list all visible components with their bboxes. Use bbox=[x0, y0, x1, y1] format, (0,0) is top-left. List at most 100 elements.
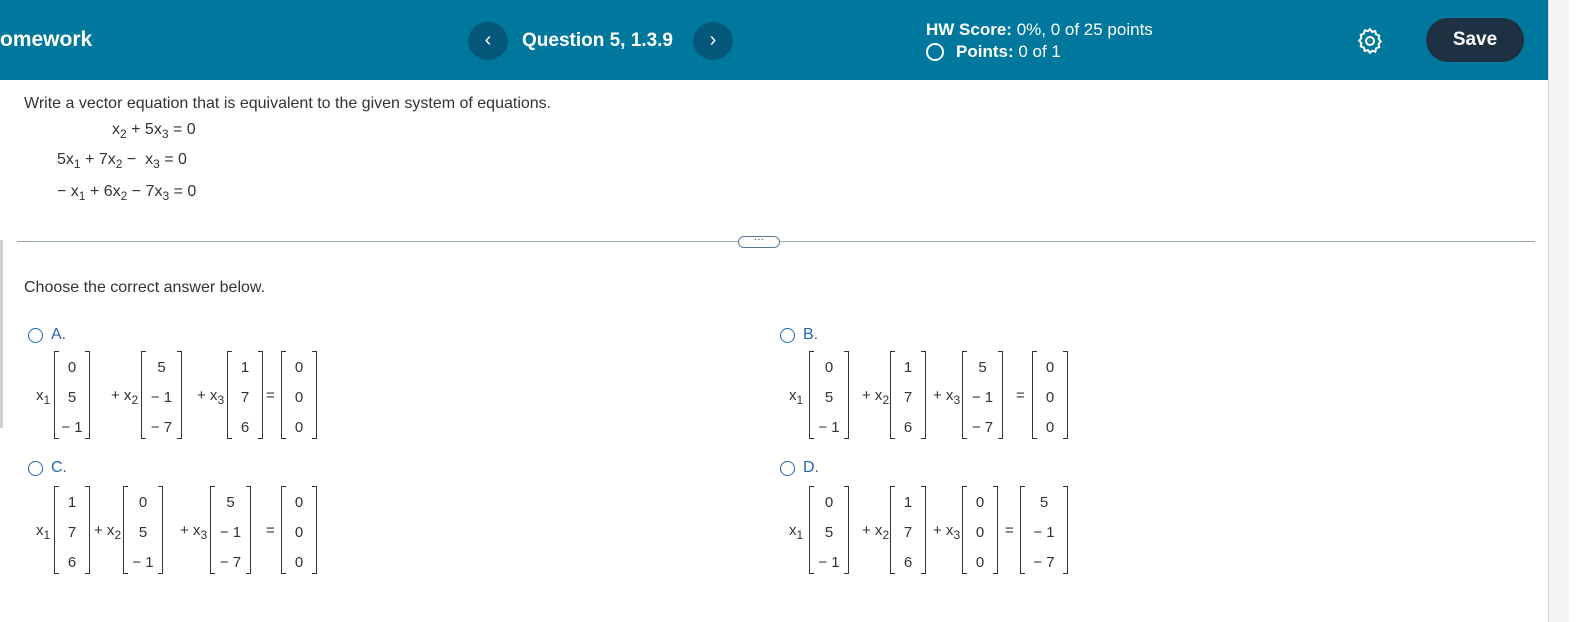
column-vector: 0 5 − 1 bbox=[809, 486, 849, 574]
vector-entry: 0 bbox=[975, 554, 985, 571]
vector-entry: 0 bbox=[1045, 359, 1055, 376]
vector-entry: 7 bbox=[903, 389, 913, 406]
coefficient: x1 bbox=[789, 387, 804, 407]
next-question-button[interactable]: › bbox=[693, 22, 733, 60]
coefficient: + x3 bbox=[180, 522, 208, 542]
scrollbar[interactable] bbox=[1548, 0, 1569, 622]
coefficient: x1 bbox=[789, 522, 804, 542]
vector-entry: − 1 bbox=[818, 554, 840, 571]
hw-score-label: HW Score: bbox=[926, 20, 1012, 39]
vector-entry: 5 bbox=[226, 494, 235, 511]
vector-entry: 7 bbox=[67, 524, 77, 541]
vector-entry: 1 bbox=[67, 494, 77, 511]
coefficient: + x3 bbox=[197, 387, 225, 407]
vector-entry: 0 bbox=[1045, 419, 1055, 436]
coefficient: + x2 bbox=[94, 522, 122, 542]
vector-entry: 6 bbox=[240, 419, 250, 436]
vector-entry: 0 bbox=[294, 419, 304, 436]
hw-score-value: 0%, 0 of 25 points bbox=[1016, 20, 1153, 39]
hw-score: HW Score: 0%, 0 of 25 points bbox=[926, 20, 1153, 40]
vector-entry: 0 bbox=[294, 494, 304, 511]
vector-entry: 5 bbox=[1039, 494, 1049, 511]
vector-entry: 1 bbox=[240, 359, 250, 376]
equals-sign: = bbox=[266, 522, 275, 539]
column-vector: 1 7 6 bbox=[890, 351, 926, 439]
vector-entry: 5 bbox=[824, 389, 834, 406]
equals-sign: = bbox=[1005, 522, 1014, 539]
vector-entry: − 1 bbox=[971, 389, 994, 406]
vector-entry: 5 bbox=[978, 359, 987, 376]
radio-icon bbox=[780, 460, 795, 476]
equals-sign: = bbox=[1016, 387, 1025, 404]
vector-entry: − 7 bbox=[219, 554, 242, 571]
vector-entry: 5 bbox=[157, 359, 166, 376]
chevron-left-icon: ‹ bbox=[484, 29, 492, 51]
points-value: 0 of 1 bbox=[1018, 42, 1061, 61]
vector-entry: − 1 bbox=[132, 554, 154, 571]
vector-entry: 0 bbox=[294, 554, 304, 571]
equation-2: 5x1 + 7x2 − x3 = 0 bbox=[57, 151, 187, 171]
prev-question-button[interactable]: ‹ bbox=[468, 22, 508, 60]
vector-entry: 0 bbox=[824, 359, 834, 376]
equation-3: − x1 + 6x2 − 7x3 = 0 bbox=[57, 183, 197, 203]
option-b-radio[interactable]: B. bbox=[780, 326, 818, 344]
vector-entry: 5 bbox=[138, 524, 148, 541]
gear-icon[interactable] bbox=[1355, 26, 1385, 56]
column-vector: 1 7 6 bbox=[227, 351, 263, 439]
top-bar: omework ‹ Question 5, 1.3.9 › HW Score: … bbox=[0, 0, 1548, 80]
vector-entry: 6 bbox=[903, 419, 913, 436]
vector-entry: − 1 bbox=[61, 419, 83, 436]
vector-entry: − 1 bbox=[150, 389, 173, 406]
question-title: Question 5, 1.3.9 bbox=[522, 30, 673, 51]
column-vector: 0 5 − 1 bbox=[54, 351, 90, 439]
coefficient: + x3 bbox=[933, 522, 961, 542]
column-vector: 0 5 − 1 bbox=[123, 486, 163, 574]
column-vector: 0 5 − 1 bbox=[809, 351, 849, 439]
vector-entry: 0 bbox=[294, 389, 304, 406]
option-a-radio[interactable]: A. bbox=[28, 326, 66, 344]
vector-entry: 6 bbox=[67, 554, 77, 571]
column-vector: 0 0 0 bbox=[962, 486, 998, 574]
coefficient: + x2 bbox=[862, 387, 890, 407]
column-vector: 5 − 1 − 7 bbox=[141, 351, 182, 439]
vector-entry: − 1 bbox=[818, 419, 840, 436]
points-label: Points: bbox=[956, 42, 1014, 61]
column-vector: 5 − 1 − 7 bbox=[962, 351, 1003, 439]
vector-entry: 1 bbox=[903, 359, 913, 376]
vector-entry: 0 bbox=[824, 494, 834, 511]
left-edge-strip bbox=[0, 240, 3, 428]
radio-icon bbox=[780, 327, 795, 343]
coefficient: + x2 bbox=[111, 387, 139, 407]
brand-title: omework bbox=[0, 28, 93, 51]
points-status: Points: 0 of 1 bbox=[926, 42, 1061, 62]
option-c-radio[interactable]: C. bbox=[28, 459, 67, 477]
chevron-right-icon: › bbox=[709, 29, 717, 51]
rhs-vector: 5 − 1 − 7 bbox=[1020, 486, 1068, 574]
vector-entry: 7 bbox=[240, 389, 250, 406]
vector-entry: − 7 bbox=[1033, 554, 1055, 571]
equals-sign: = bbox=[266, 387, 275, 404]
vector-entry: 0 bbox=[67, 359, 77, 376]
vector-entry: 6 bbox=[903, 554, 913, 571]
radio-icon bbox=[28, 327, 43, 343]
coefficient: + x2 bbox=[862, 522, 890, 542]
radio-icon bbox=[28, 460, 43, 476]
resize-handle[interactable]: ··· bbox=[738, 235, 780, 248]
vector-entry: 0 bbox=[294, 524, 304, 541]
column-vector: 1 7 6 bbox=[54, 486, 90, 574]
vector-entry: 5 bbox=[67, 389, 77, 406]
coefficient: x1 bbox=[36, 522, 51, 542]
vector-entry: 0 bbox=[975, 494, 985, 511]
save-button[interactable]: Save bbox=[1426, 18, 1524, 62]
points-status-icon bbox=[926, 43, 944, 61]
rhs-vector: 0 0 0 bbox=[281, 486, 317, 574]
question-prompt: Write a vector equation that is equivale… bbox=[24, 95, 552, 112]
vector-entry: 0 bbox=[1045, 389, 1055, 406]
vector-entry: − 7 bbox=[150, 419, 173, 436]
coefficient: + x3 bbox=[933, 387, 961, 407]
vector-entry: − 1 bbox=[1033, 524, 1055, 541]
vector-entry: − 1 bbox=[219, 524, 242, 541]
column-vector: 1 7 6 bbox=[890, 486, 926, 574]
column-vector: 5 − 1 − 7 bbox=[210, 486, 251, 574]
option-d-radio[interactable]: D. bbox=[780, 459, 819, 477]
